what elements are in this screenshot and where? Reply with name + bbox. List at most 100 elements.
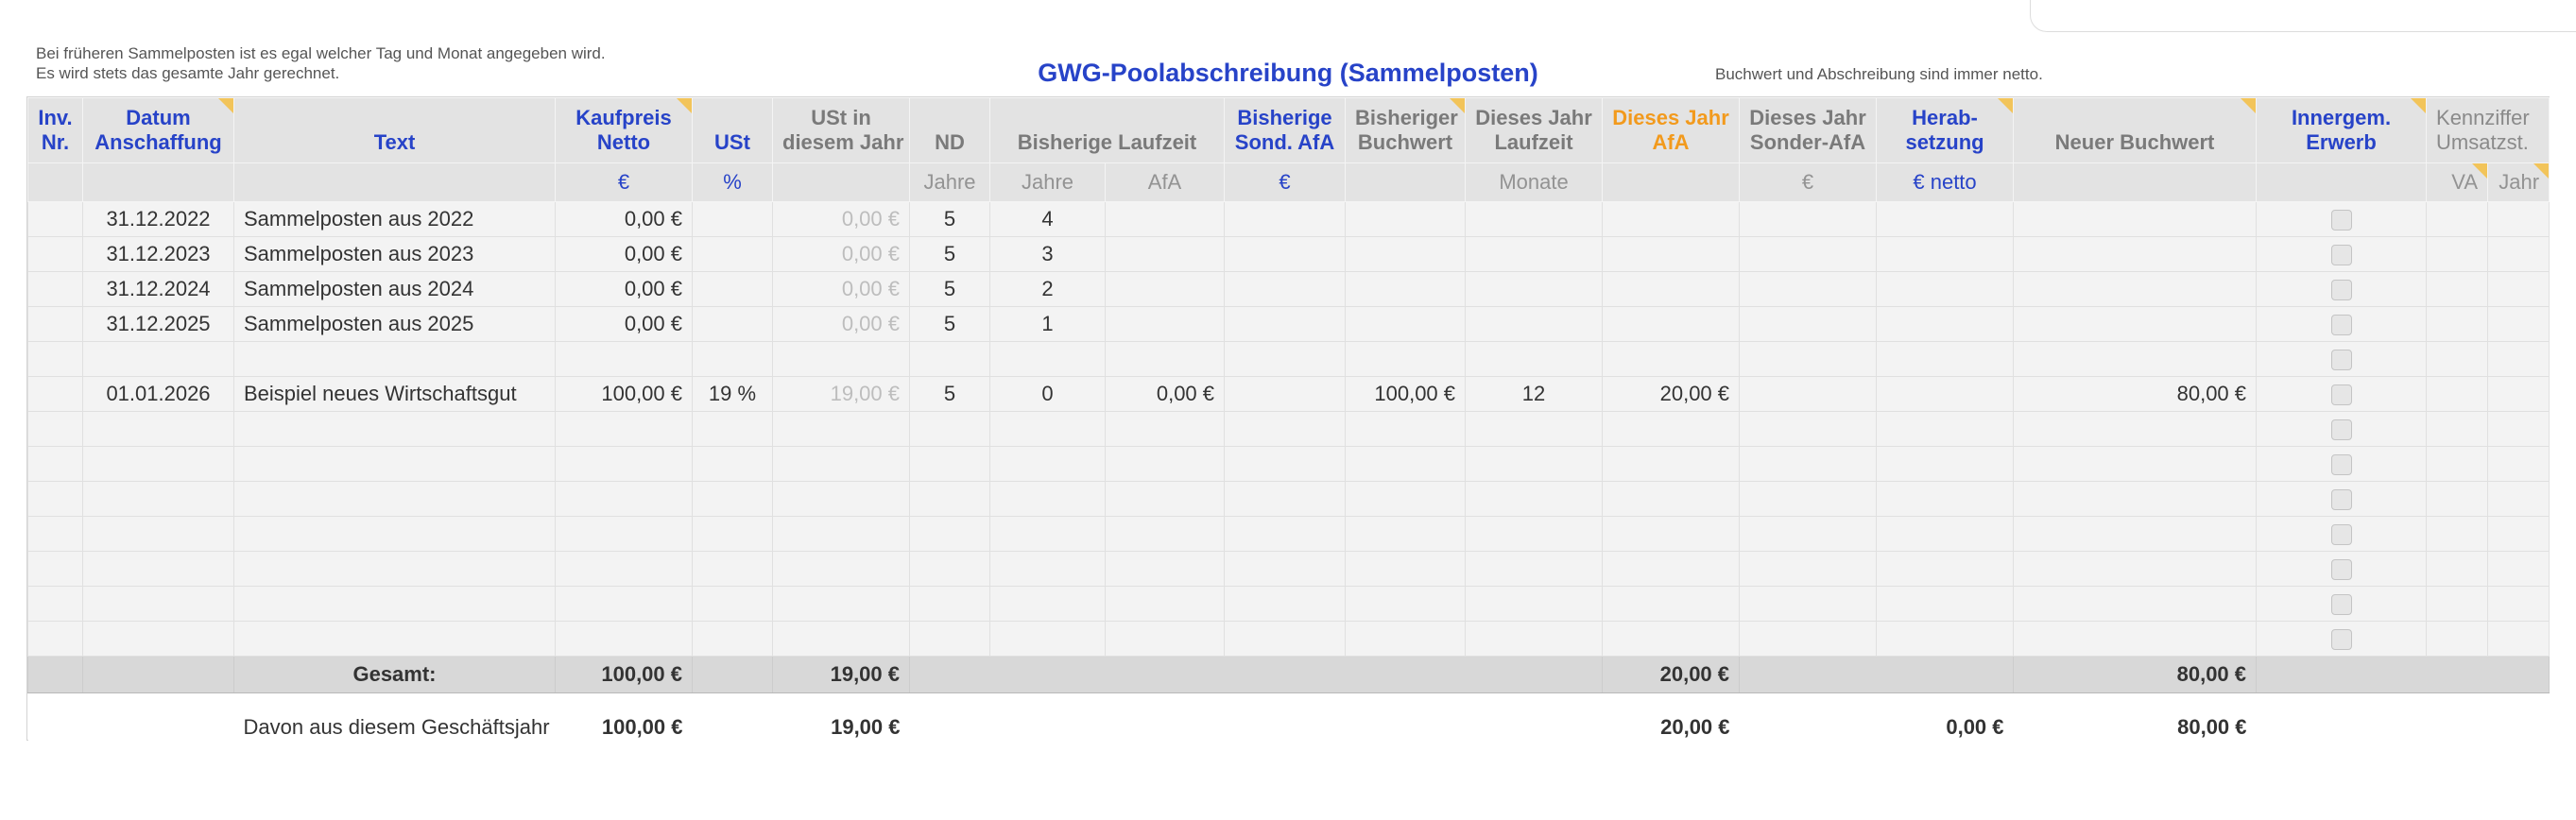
cell-datum[interactable] <box>82 516 234 552</box>
cell-kz-va[interactable] <box>2426 306 2489 342</box>
cell-innergem-erwerb[interactable] <box>2256 306 2428 342</box>
cell-sond-afa[interactable] <box>1224 481 1347 517</box>
cell-text[interactable]: Sammelposten aus 2023 <box>233 236 556 272</box>
cell-kz-jahr[interactable] <box>2487 516 2550 552</box>
cell-kz-va[interactable] <box>2426 236 2489 272</box>
innergem-erwerb-checkbox[interactable] <box>2330 210 2352 231</box>
innergem-erwerb-checkbox[interactable] <box>2330 454 2352 476</box>
cell-kaufpreis[interactable]: 0,00 € <box>555 236 693 272</box>
cell-text[interactable]: Beispiel neues Wirtschaftsgut <box>233 376 556 412</box>
cell-sonder-afa[interactable] <box>1739 551 1878 587</box>
cell-datum[interactable]: 01.01.2026 <box>82 376 234 412</box>
cell-ust[interactable] <box>692 621 773 657</box>
cell-ust[interactable] <box>692 236 773 272</box>
cell-kaufpreis[interactable]: 0,00 € <box>555 306 693 342</box>
cell-kaufpreis[interactable] <box>555 411 693 447</box>
cell-kaufpreis[interactable] <box>555 586 693 622</box>
cell-sond-afa[interactable] <box>1224 551 1347 587</box>
cell-ust[interactable] <box>692 481 773 517</box>
innergem-erwerb-checkbox[interactable] <box>2330 524 2352 546</box>
cell-inv-nr[interactable] <box>27 481 83 517</box>
innergem-erwerb-checkbox[interactable] <box>2330 594 2352 616</box>
cell-text[interactable] <box>233 516 556 552</box>
cell-sond-afa[interactable] <box>1224 586 1347 622</box>
cell-text[interactable] <box>233 446 556 482</box>
cell-text[interactable] <box>233 551 556 587</box>
cell-inv-nr[interactable] <box>27 586 83 622</box>
cell-text[interactable]: Sammelposten aus 2025 <box>233 306 556 342</box>
innergem-erwerb-checkbox[interactable] <box>2330 245 2352 266</box>
cell-herabsetzung[interactable] <box>1876 551 2015 587</box>
cell-kz-va[interactable] <box>2426 411 2489 447</box>
cell-ust[interactable] <box>692 201 773 237</box>
cell-sonder-afa[interactable] <box>1739 376 1878 412</box>
cell-nd[interactable]: 5 <box>909 271 990 307</box>
innergem-erwerb-checkbox[interactable] <box>2330 350 2352 371</box>
cell-text[interactable] <box>233 481 556 517</box>
cell-sonder-afa[interactable] <box>1739 621 1878 657</box>
cell-datum[interactable]: 31.12.2025 <box>82 306 234 342</box>
cell-herabsetzung[interactable] <box>1876 201 2015 237</box>
cell-kz-va[interactable] <box>2426 516 2489 552</box>
cell-kz-va[interactable] <box>2426 376 2489 412</box>
cell-inv-nr[interactable] <box>27 341 83 377</box>
cell-nd[interactable]: 5 <box>909 201 990 237</box>
cell-datum[interactable] <box>82 551 234 587</box>
innergem-erwerb-checkbox[interactable] <box>2330 629 2352 651</box>
cell-sonder-afa[interactable] <box>1739 586 1878 622</box>
cell-innergem-erwerb[interactable] <box>2256 481 2428 517</box>
cell-innergem-erwerb[interactable] <box>2256 201 2428 237</box>
cell-datum[interactable]: 31.12.2022 <box>82 201 234 237</box>
cell-kaufpreis[interactable] <box>555 481 693 517</box>
cell-sond-afa[interactable] <box>1224 236 1347 272</box>
cell-herabsetzung[interactable] <box>1876 376 2015 412</box>
cell-sond-afa[interactable] <box>1224 306 1347 342</box>
cell-inv-nr[interactable] <box>27 446 83 482</box>
cell-ust[interactable] <box>692 551 773 587</box>
cell-sonder-afa[interactable] <box>1739 236 1878 272</box>
cell-herabsetzung[interactable] <box>1876 481 2015 517</box>
cell-ust[interactable] <box>692 341 773 377</box>
cell-datum[interactable] <box>82 446 234 482</box>
cell-inv-nr[interactable] <box>27 516 83 552</box>
cell-sond-afa[interactable] <box>1224 446 1347 482</box>
cell-herabsetzung[interactable] <box>1876 586 2015 622</box>
cell-kaufpreis[interactable]: 0,00 € <box>555 201 693 237</box>
innergem-erwerb-checkbox[interactable] <box>2330 315 2352 336</box>
cell-datum[interactable] <box>82 481 234 517</box>
cell-nd[interactable] <box>909 516 990 552</box>
cell-nd[interactable] <box>909 586 990 622</box>
cell-kz-jahr[interactable] <box>2487 446 2550 482</box>
cell-sond-afa[interactable] <box>1224 341 1347 377</box>
cell-sond-afa[interactable] <box>1224 271 1347 307</box>
cell-nd[interactable] <box>909 551 990 587</box>
cell-datum[interactable] <box>82 411 234 447</box>
cell-ust[interactable] <box>692 446 773 482</box>
cell-sond-afa[interactable] <box>1224 411 1347 447</box>
cell-innergem-erwerb[interactable] <box>2256 621 2428 657</box>
cell-sonder-afa[interactable] <box>1739 306 1878 342</box>
cell-kaufpreis[interactable] <box>555 551 693 587</box>
cell-herabsetzung[interactable] <box>1876 341 2015 377</box>
cell-herabsetzung[interactable] <box>1876 271 2015 307</box>
cell-kaufpreis[interactable] <box>555 621 693 657</box>
cell-text[interactable] <box>233 341 556 377</box>
cell-inv-nr[interactable] <box>27 271 83 307</box>
cell-kz-va[interactable] <box>2426 586 2489 622</box>
cell-sonder-afa[interactable] <box>1739 411 1878 447</box>
cell-herabsetzung[interactable] <box>1876 516 2015 552</box>
cell-innergem-erwerb[interactable] <box>2256 551 2428 587</box>
cell-kz-va[interactable] <box>2426 551 2489 587</box>
cell-sond-afa[interactable] <box>1224 621 1347 657</box>
cell-datum[interactable]: 31.12.2024 <box>82 271 234 307</box>
innergem-erwerb-checkbox[interactable] <box>2330 280 2352 301</box>
cell-kaufpreis[interactable] <box>555 516 693 552</box>
cell-kz-va[interactable] <box>2426 341 2489 377</box>
cell-ust[interactable]: 19 % <box>692 376 773 412</box>
cell-text[interactable]: Sammelposten aus 2022 <box>233 201 556 237</box>
cell-nd[interactable]: 5 <box>909 236 990 272</box>
cell-text[interactable] <box>233 621 556 657</box>
cell-innergem-erwerb[interactable] <box>2256 236 2428 272</box>
cell-herabsetzung[interactable] <box>1876 411 2015 447</box>
cell-innergem-erwerb[interactable] <box>2256 271 2428 307</box>
